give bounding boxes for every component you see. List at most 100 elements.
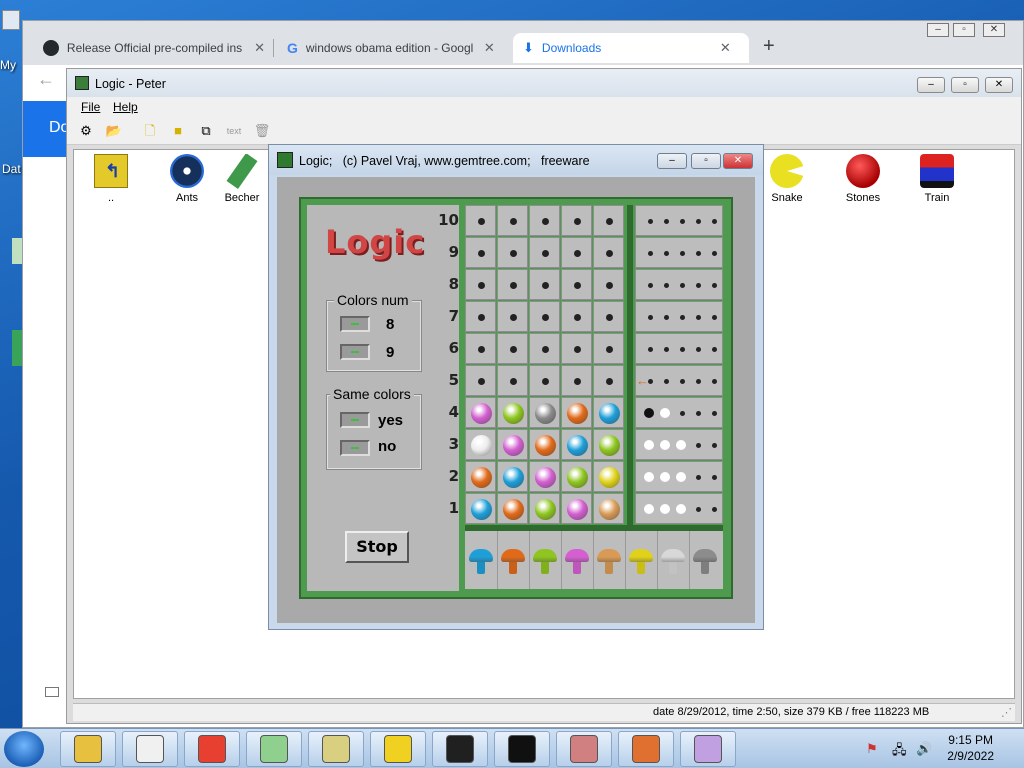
guess-cell[interactable]: [561, 269, 592, 300]
guess-cell[interactable]: [561, 493, 592, 524]
guess-cell[interactable]: [465, 493, 496, 524]
guess-cell[interactable]: [529, 365, 560, 396]
guess-cell[interactable]: [529, 205, 560, 236]
guess-cell[interactable]: [465, 301, 496, 332]
guess-cell[interactable]: [529, 493, 560, 524]
colors-9-option[interactable]: [340, 344, 370, 360]
file-item[interactable]: Train: [902, 154, 972, 204]
guess-cell[interactable]: [593, 365, 624, 396]
taskbar-app[interactable]: [246, 731, 302, 767]
palette-yellow-peg[interactable]: [629, 549, 653, 575]
guess-cell[interactable]: [529, 429, 560, 460]
peter-titlebar[interactable]: Logic - Peter – ▫ ✕: [67, 69, 1021, 97]
guess-cell[interactable]: [529, 269, 560, 300]
minimize-button[interactable]: –: [657, 153, 687, 169]
guess-cell[interactable]: [497, 205, 528, 236]
taskbar-app[interactable]: [184, 731, 240, 767]
desktop-icon-computer[interactable]: My: [0, 10, 22, 72]
guess-cell[interactable]: [465, 269, 496, 300]
guess-cell[interactable]: [529, 333, 560, 364]
tab-downloads[interactable]: ⬇ Downloads ✕: [513, 33, 749, 63]
trash-icon[interactable]: 🗑: [253, 122, 271, 140]
guess-cell[interactable]: [593, 461, 624, 492]
text-icon[interactable]: text: [225, 122, 243, 140]
taskbar-app[interactable]: [618, 731, 674, 767]
guess-cell[interactable]: [561, 397, 592, 428]
file-item[interactable]: Becher: [218, 154, 266, 204]
guess-cell[interactable]: [497, 301, 528, 332]
guess-cell[interactable]: [593, 269, 624, 300]
guess-cell[interactable]: [529, 397, 560, 428]
palette-tan-peg[interactable]: [597, 549, 621, 575]
colors-8-option[interactable]: [340, 316, 370, 332]
palette-magenta-peg[interactable]: [565, 549, 589, 575]
guess-cell[interactable]: [561, 365, 592, 396]
network-icon[interactable]: 🖧: [892, 741, 907, 763]
guess-cell[interactable]: [561, 333, 592, 364]
guess-cell[interactable]: [465, 237, 496, 268]
tab-github[interactable]: Release Official pre-compiled ins ✕: [33, 33, 275, 63]
guess-cell[interactable]: [497, 365, 528, 396]
taskbar-app[interactable]: [680, 731, 736, 767]
maximize-button[interactable]: ▫: [951, 77, 979, 93]
resize-grip-icon[interactable]: ⋰: [1001, 706, 1012, 719]
start-button[interactable]: [4, 731, 44, 767]
guess-cell[interactable]: [497, 269, 528, 300]
maximize-button[interactable]: ▫: [953, 23, 975, 37]
menu-help[interactable]: Help: [113, 100, 138, 114]
game-titlebar[interactable]: Logic; (c) Pavel Vraj, www.gemtree.com; …: [269, 145, 763, 175]
guess-cell[interactable]: [497, 461, 528, 492]
taskbar-app[interactable]: [122, 731, 178, 767]
page-left-bottom-icon[interactable]: [45, 687, 59, 697]
guess-cell[interactable]: [529, 301, 560, 332]
guess-cell[interactable]: [497, 333, 528, 364]
new-file-icon[interactable]: 🗋: [141, 122, 159, 140]
palette-lime-peg[interactable]: [533, 549, 557, 575]
flag-icon[interactable]: ⚑: [866, 741, 878, 757]
file-item[interactable]: ↰ ..: [76, 154, 146, 204]
guess-cell[interactable]: [497, 237, 528, 268]
same-colors-yes-option[interactable]: [340, 412, 370, 428]
guess-cell[interactable]: [529, 237, 560, 268]
folder-icon[interactable]: ■: [169, 122, 187, 140]
recycle-icon[interactable]: [12, 238, 22, 264]
minimize-button[interactable]: –: [927, 23, 949, 37]
tree-icon[interactable]: ⚙: [77, 122, 95, 140]
back-button[interactable]: ←: [37, 69, 55, 90]
taskbar-app[interactable]: [308, 731, 364, 767]
guess-cell[interactable]: [561, 205, 592, 236]
close-icon[interactable]: ✕: [484, 40, 495, 56]
guess-cell[interactable]: [593, 429, 624, 460]
guess-cell[interactable]: [529, 461, 560, 492]
palette-darkgray-peg[interactable]: [693, 549, 717, 575]
guess-cell[interactable]: [561, 461, 592, 492]
same-colors-no-option[interactable]: [340, 440, 370, 456]
guess-cell[interactable]: [593, 397, 624, 428]
palette-silver-peg[interactable]: [661, 549, 685, 575]
maximize-button[interactable]: ▫: [691, 153, 721, 169]
volume-icon[interactable]: 🔊: [916, 741, 932, 757]
copy-icon[interactable]: ⧉: [197, 122, 215, 140]
guess-cell[interactable]: [593, 301, 624, 332]
file-item[interactable]: Ants: [152, 154, 222, 204]
guess-cell[interactable]: [593, 333, 624, 364]
taskbar-app[interactable]: [556, 731, 612, 767]
desktop-shortcut-icon[interactable]: [12, 330, 22, 366]
tab-google[interactable]: G windows obama edition - Googl ✕: [277, 33, 509, 63]
guess-cell[interactable]: [465, 365, 496, 396]
guess-cell[interactable]: [465, 461, 496, 492]
guess-cell[interactable]: [465, 333, 496, 364]
guess-cell[interactable]: [561, 301, 592, 332]
taskbar-app[interactable]: [60, 731, 116, 767]
guess-cell[interactable]: [497, 429, 528, 460]
stop-button[interactable]: Stop: [345, 531, 409, 563]
close-button[interactable]: ✕: [723, 153, 753, 169]
menu-file[interactable]: File: [81, 100, 100, 114]
guess-cell[interactable]: [593, 237, 624, 268]
guess-cell[interactable]: [497, 397, 528, 428]
close-icon[interactable]: ✕: [720, 40, 731, 56]
taskbar-app[interactable]: [494, 731, 550, 767]
taskbar-app[interactable]: [432, 731, 488, 767]
taskbar-app[interactable]: [370, 731, 426, 767]
guess-cell[interactable]: [593, 493, 624, 524]
